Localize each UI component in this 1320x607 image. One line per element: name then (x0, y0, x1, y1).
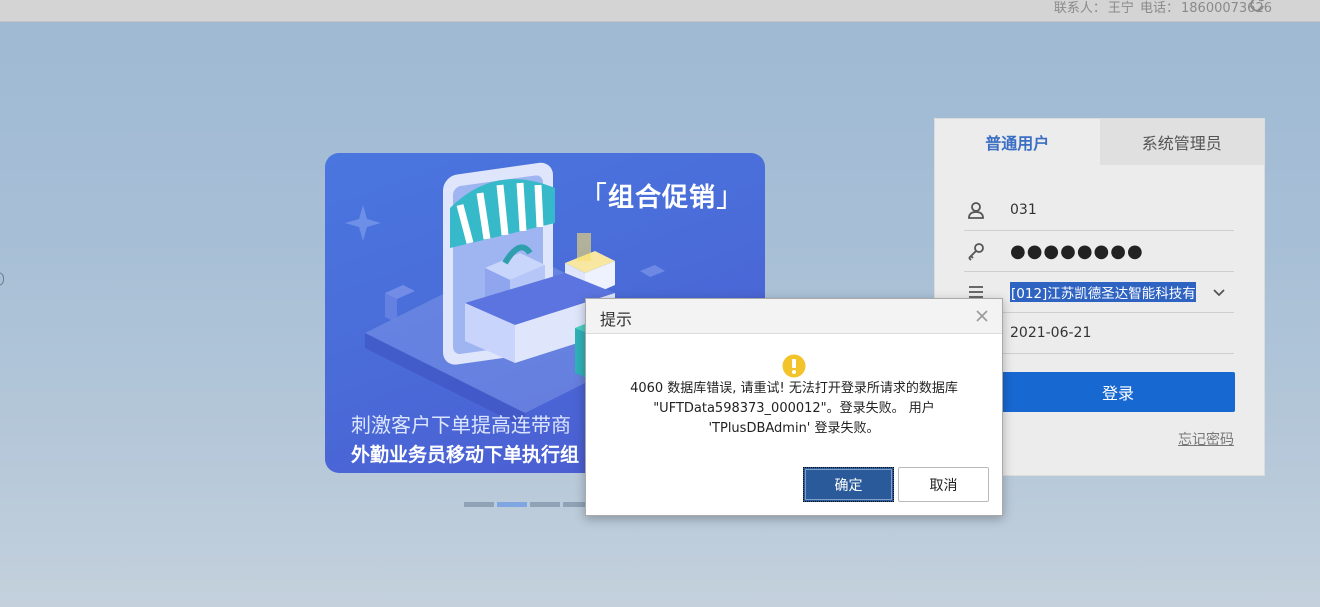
account-select[interactable]: [012]江苏凯德圣达智能科技有 (964, 272, 1234, 313)
message-line: 'TPlusDBAdmin' 登录失败。 (708, 421, 880, 436)
account-value: [012]江苏凯德圣达智能科技有 (1010, 282, 1196, 302)
forgot-password-link[interactable]: 忘记密码 (1178, 429, 1234, 449)
dialog-title: 提示 (600, 310, 633, 329)
chevron-down-icon[interactable] (1212, 285, 1226, 299)
password-value: ●●●●●●●● (1010, 240, 1144, 262)
top-bar: 联系人： 王宁 电话： 18600073626 (0, 0, 1320, 22)
message-line: "UFTData598373_000012"。登录失败。 用户 (653, 401, 935, 416)
dialog-message: 4060 数据库错误, 请重试! 无法打开登录所请求的数据库 "UFTData5… (606, 379, 982, 439)
banner-subtitle: 刺激客户下单提高连带商 (351, 413, 571, 437)
tab-normal-user[interactable]: 普通用户 (935, 119, 1100, 165)
date-field[interactable]: 2021-06-21 (964, 313, 1234, 354)
side-collapse-handle[interactable] (0, 272, 4, 286)
username-field[interactable]: 031 (964, 190, 1234, 231)
login-button[interactable]: 登录 (1001, 372, 1235, 412)
phone-label: 电话： (1140, 1, 1180, 16)
message-line: 4060 数据库错误, 请重试! 无法打开登录所请求的数据库 (630, 381, 958, 396)
cancel-button[interactable]: 取消 (898, 467, 989, 502)
refresh-icon[interactable] (1248, 0, 1266, 14)
user-icon (968, 202, 984, 219)
contact-info: 联系人： 王宁 电话： 18600073626 (1054, 0, 1274, 16)
ok-button[interactable]: 确定 (803, 467, 894, 502)
banner-title: 「组合促销」 (578, 180, 745, 213)
carousel-dot[interactable] (464, 502, 494, 507)
contact-name: 王宁 (1107, 1, 1134, 16)
date-value: 2021-06-21 (1010, 325, 1092, 341)
carousel-dot-active[interactable] (497, 502, 527, 507)
password-field[interactable]: ●●●●●●●● (964, 231, 1234, 272)
warning-icon (782, 354, 806, 378)
dialog-header: 提示 (586, 299, 1002, 334)
error-dialog: 提示 4060 数据库错误, 请重试! 无法打开登录所请求的数据库 "UFTDa… (585, 298, 1003, 516)
key-icon (968, 243, 984, 261)
username-value: 031 (1010, 202, 1037, 218)
tab-system-admin[interactable]: 系统管理员 (1099, 119, 1264, 165)
close-icon[interactable] (974, 308, 990, 324)
banner-description: 外勤业务员移动下单执行组 (351, 444, 580, 466)
contact-label: 联系人： (1053, 1, 1106, 16)
carousel-dot[interactable] (530, 502, 560, 507)
login-tabs: 普通用户 系统管理员 (935, 119, 1264, 165)
carousel-indicators (464, 502, 593, 507)
